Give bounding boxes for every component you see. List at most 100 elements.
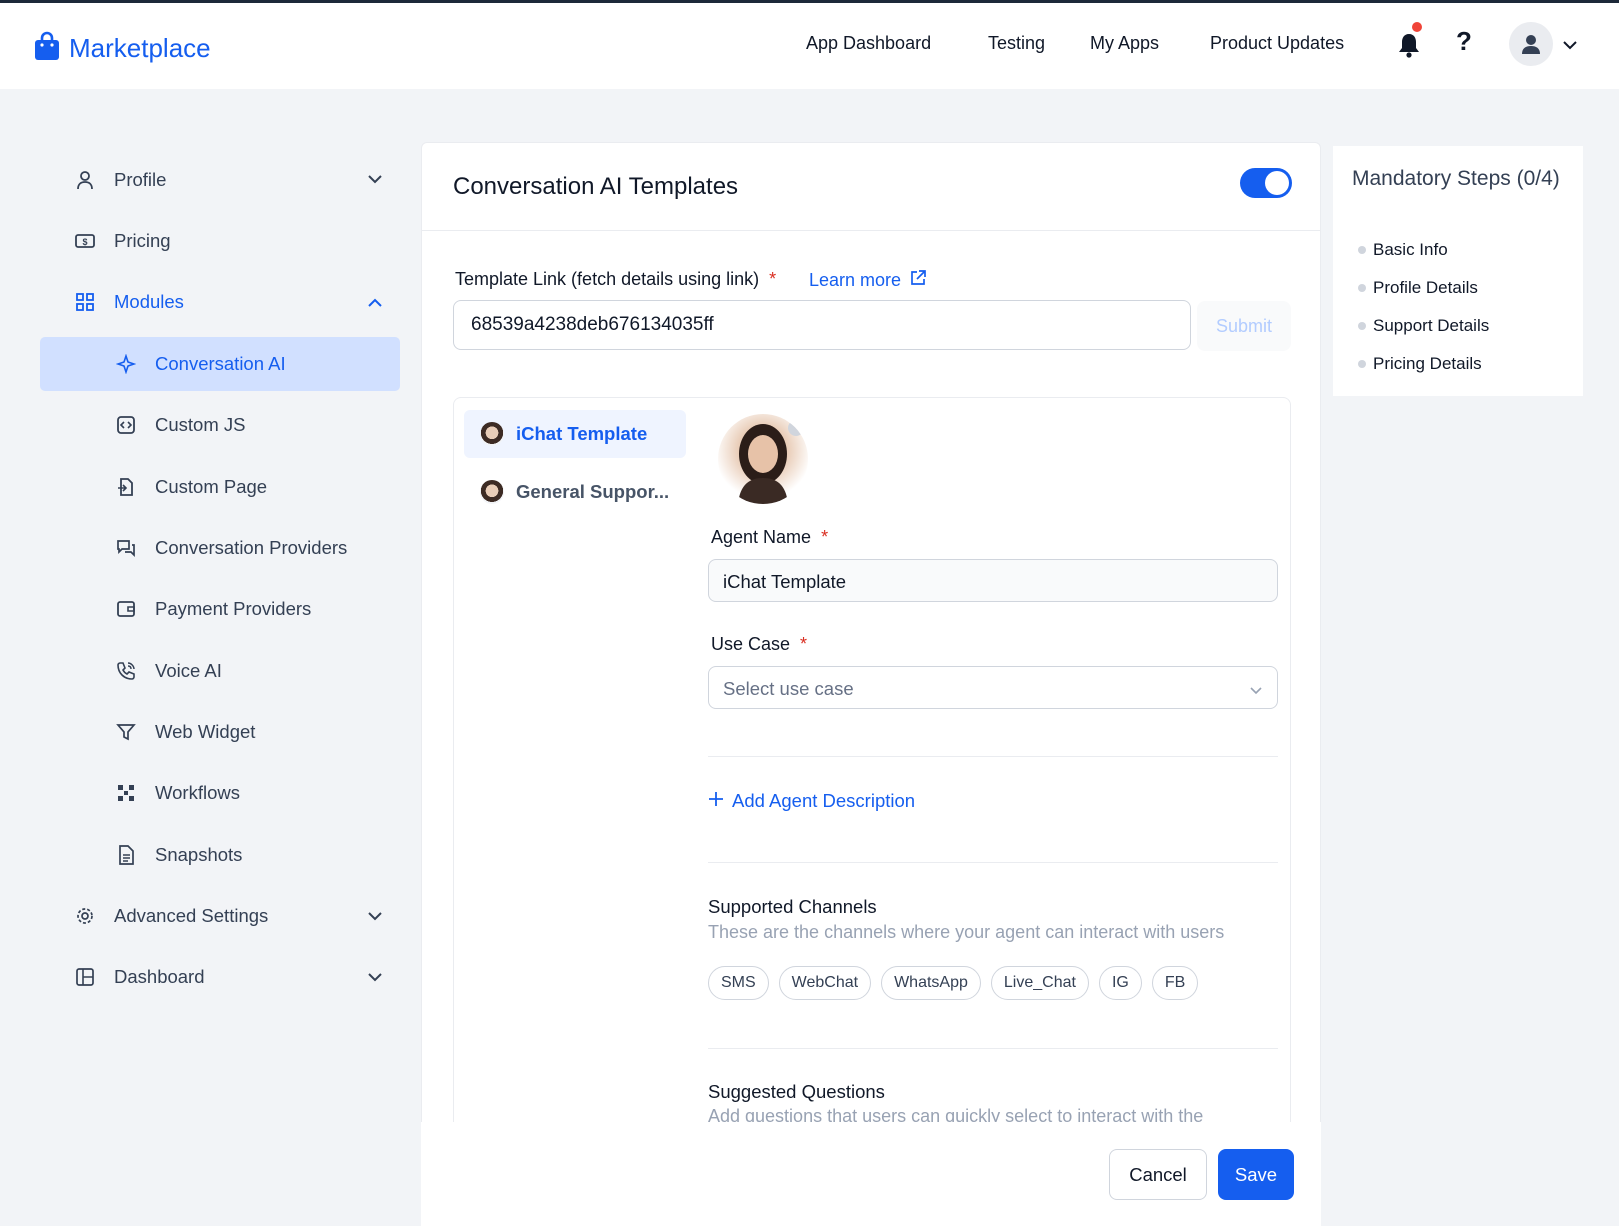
avatar <box>480 422 504 446</box>
chat-bubbles-icon <box>115 537 137 559</box>
learn-more-text: Learn more <box>809 270 902 290</box>
agent-name-value: iChat Template <box>723 571 847 592</box>
sidebar-item-label: Conversation AI <box>155 353 286 374</box>
sidebar-item-label: Custom Page <box>155 476 268 497</box>
sidebar-item-label: Profile <box>114 169 167 190</box>
dollar-bill-icon: $ <box>74 230 96 252</box>
notification-dot <box>1412 22 1422 32</box>
card-divider <box>422 230 1320 231</box>
channel-chip-sms[interactable]: SMS <box>708 966 769 1000</box>
sidebar-item-payment-providers[interactable]: Payment Providers <box>115 582 311 636</box>
sidebar-item-custom-page[interactable]: Custom Page <box>115 460 267 514</box>
required-mark: * <box>821 527 829 547</box>
status-dot <box>1358 322 1366 330</box>
step-basic-info[interactable]: Basic Info <box>1358 240 1448 260</box>
agent-avatar[interactable] <box>718 414 808 504</box>
channel-chip-fb[interactable]: FB <box>1151 966 1199 1000</box>
add-agent-description-button[interactable]: Add Agent Description <box>708 790 915 812</box>
sidebar-item-label: Advanced Settings <box>114 905 269 926</box>
template-item-general-support[interactable]: General Suppor... <box>464 468 686 516</box>
learn-more-link[interactable]: Learn more <box>809 269 927 292</box>
use-case-label: Use Case * <box>711 634 807 655</box>
agent-name-input[interactable]: iChat Template <box>708 559 1278 602</box>
status-dot <box>1358 360 1366 368</box>
template-link-input[interactable]: 68539a4238deb676134035ff <box>453 300 1191 350</box>
cancel-button[interactable]: Cancel <box>1109 1149 1207 1200</box>
sidebar-item-label: Modules <box>114 291 184 312</box>
document-icon <box>115 844 137 866</box>
nav-my-apps[interactable]: My Apps <box>1090 33 1159 54</box>
sidebar-item-web-widget[interactable]: Web Widget <box>115 705 255 759</box>
bell-icon[interactable] <box>1397 32 1421 63</box>
user-avatar[interactable] <box>1509 22 1553 66</box>
sidebar-item-snapshots[interactable]: Snapshots <box>115 828 242 882</box>
sparkle-icon <box>115 353 137 375</box>
use-case-label-text: Use Case <box>711 634 791 654</box>
chevron-up-icon[interactable] <box>367 296 383 314</box>
supported-channels-title: Supported Channels <box>708 896 877 917</box>
sidebar-item-workflows[interactable]: Workflows <box>115 766 240 820</box>
external-link-icon <box>909 269 927 292</box>
sidebar-item-profile[interactable]: Profile <box>74 153 166 207</box>
sidebar-item-label: Payment Providers <box>155 598 312 619</box>
filter-icon <box>115 721 137 743</box>
step-label: Support Details <box>1373 316 1490 335</box>
mandatory-steps-title: Mandatory Steps (0/4) <box>1352 167 1560 190</box>
use-case-placeholder: Select use case <box>723 678 854 699</box>
nav-product-updates[interactable]: Product Updates <box>1210 33 1344 54</box>
svg-text:$: $ <box>82 237 87 247</box>
required-mark: * <box>769 269 777 289</box>
chevron-down-icon[interactable] <box>367 970 383 988</box>
step-support-details[interactable]: Support Details <box>1358 316 1489 336</box>
channel-chip-live-chat[interactable]: Live_Chat <box>990 966 1089 1000</box>
sidebar-item-custom-js[interactable]: Custom JS <box>115 398 245 452</box>
sidebar-item-voice-ai[interactable]: Voice AI <box>115 644 222 698</box>
step-label: Pricing Details <box>1373 354 1482 373</box>
template-item-ichat[interactable]: iChat Template <box>464 410 686 458</box>
sidebar-item-label: Dashboard <box>114 966 205 987</box>
sidebar-item-label: Web Widget <box>155 721 256 742</box>
sidebar-item-label: Custom JS <box>155 414 246 435</box>
page-title: Conversation AI Templates <box>453 173 739 200</box>
sidebar-item-pricing[interactable]: $ Pricing <box>74 214 171 268</box>
sidebar-item-dashboard[interactable]: Dashboard <box>74 950 205 1004</box>
nav-app-dashboard[interactable]: App Dashboard <box>806 33 931 54</box>
nav-testing[interactable]: Testing <box>988 33 1045 54</box>
channel-chip-ig[interactable]: IG <box>1098 966 1142 1000</box>
help-icon[interactable]: ? <box>1456 26 1472 57</box>
avatar <box>480 480 504 504</box>
save-button[interactable]: Save <box>1218 1149 1294 1200</box>
sidebar-item-conversation-ai[interactable]: Conversation AI <box>115 337 286 391</box>
sidebar-item-advanced-settings[interactable]: Advanced Settings <box>74 889 268 943</box>
enable-toggle[interactable] <box>1240 168 1292 198</box>
plus-icon <box>708 790 724 812</box>
status-dot <box>1358 284 1366 292</box>
divider <box>708 756 1278 757</box>
submit-button[interactable]: Submit <box>1197 301 1291 351</box>
divider <box>708 1048 1278 1049</box>
chevron-down-icon[interactable] <box>367 909 383 927</box>
add-description-text: Add Agent Description <box>732 790 916 811</box>
chevron-down-icon[interactable] <box>1562 38 1578 56</box>
toggle-knob <box>1265 171 1289 195</box>
channel-chips: SMS WebChat WhatsApp Live_Chat IG FB <box>708 966 1199 1000</box>
page-icon <box>115 476 137 498</box>
phone-icon <box>115 660 137 682</box>
sidebar-item-conversation-providers[interactable]: Conversation Providers <box>115 521 347 575</box>
channel-chip-webchat[interactable]: WebChat <box>778 966 872 1000</box>
layout-icon <box>74 966 96 988</box>
brand-logo[interactable]: Marketplace <box>34 31 211 66</box>
supported-channels-subtitle: These are the channels where your agent … <box>708 922 1225 942</box>
channel-chip-whatsapp[interactable]: WhatsApp <box>881 966 981 1000</box>
use-case-select[interactable]: Select use case <box>708 666 1278 709</box>
sidebar-item-modules[interactable]: Modules <box>74 275 184 329</box>
shopping-bag-icon <box>34 31 60 66</box>
sidebar-item-label: Snapshots <box>155 844 243 865</box>
status-dot <box>1358 246 1366 254</box>
step-profile-details[interactable]: Profile Details <box>1358 278 1478 298</box>
agent-name-label-text: Agent Name <box>711 527 812 547</box>
step-label: Profile Details <box>1373 278 1478 297</box>
workflow-icon <box>115 782 137 804</box>
step-pricing-details[interactable]: Pricing Details <box>1358 354 1482 374</box>
chevron-down-icon[interactable] <box>367 172 383 190</box>
